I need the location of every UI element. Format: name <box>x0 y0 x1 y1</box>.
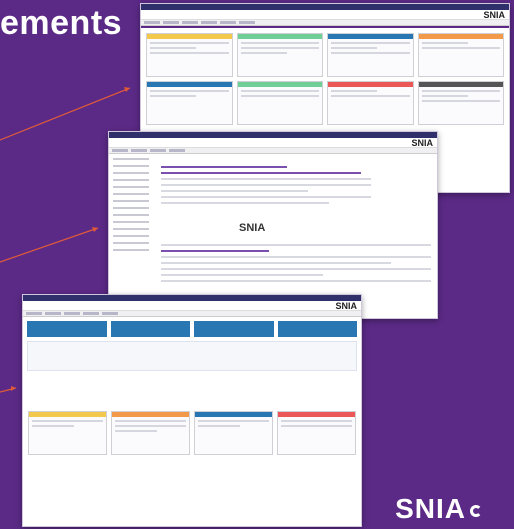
widget-card <box>417 33 504 77</box>
dashboard-screenshot-2: SNIA SNIA <box>108 131 438 319</box>
app-titlebar: SNIA <box>23 301 361 311</box>
widget-card <box>146 33 233 77</box>
app-titlebar: SNIA <box>109 138 437 148</box>
sidebar <box>113 158 153 298</box>
widget-card <box>146 81 233 125</box>
snia-logo-mark-icon <box>470 504 482 517</box>
category-headers <box>27 321 357 337</box>
center-brand: SNIA <box>239 222 266 234</box>
brand-label: SNIA <box>411 137 433 148</box>
widget-card <box>194 411 273 455</box>
widget-card <box>236 33 323 77</box>
brand-label: SNIA <box>483 9 505 20</box>
dashboard-screenshot-3: SNIA <box>22 294 362 527</box>
widget-card <box>28 411 107 455</box>
widget-card <box>111 411 190 455</box>
brand-label: SNIA <box>335 300 357 311</box>
widget-grid <box>141 28 509 130</box>
widget-card <box>236 81 323 125</box>
nav-bar <box>23 311 361 317</box>
widget-card <box>327 81 414 125</box>
nav-bar <box>109 148 437 154</box>
widget-grid <box>23 371 361 460</box>
widget-card <box>327 33 414 77</box>
main-content <box>161 162 371 208</box>
app-titlebar: SNIA <box>141 10 509 20</box>
widget-card <box>277 411 356 455</box>
widget-card <box>417 81 504 125</box>
snia-logo: SNIA <box>395 493 482 525</box>
arrow-2 <box>0 227 99 263</box>
